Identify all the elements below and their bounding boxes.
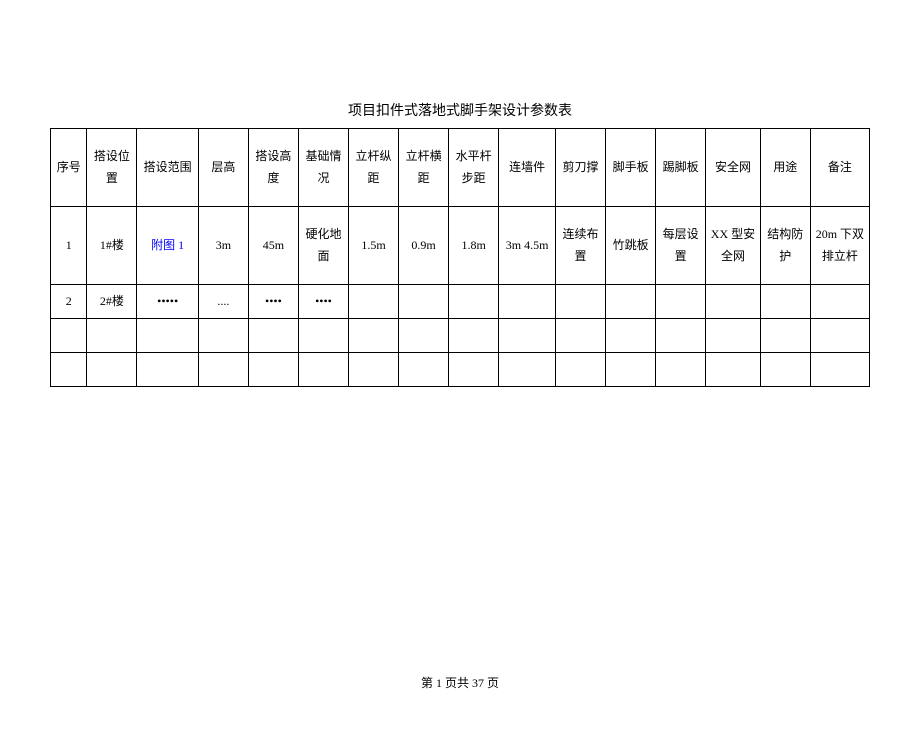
table-cell [499,353,556,387]
table-row [51,353,870,387]
header-cell: 搭设高度 [248,129,298,207]
table-row: 22#楼•••••....•••••••• [51,285,870,319]
table-cell: 2#楼 [87,285,137,319]
header-cell: 层高 [198,129,248,207]
table-cell: 20m 下双排立杆 [810,207,869,285]
table-cell [349,353,399,387]
table-cell [606,285,656,319]
header-cell: 安全网 [706,129,761,207]
header-cell: 用途 [760,129,810,207]
table-cell [499,285,556,319]
table-cell [399,319,449,353]
table-cell [449,319,499,353]
table-cell: 1 [51,207,87,285]
table-cell [399,285,449,319]
table-cell: 每层设置 [656,207,706,285]
table-cell: 1.5m [349,207,399,285]
table-cell: 3m 4.5m [499,207,556,285]
table-cell: 结构防护 [760,207,810,285]
table-cell [760,353,810,387]
table-cell [706,285,761,319]
table-cell [298,319,348,353]
table-cell [656,353,706,387]
table-cell [449,353,499,387]
header-cell: 立杆纵距 [349,129,399,207]
header-cell: 立杆横距 [399,129,449,207]
table-cell [656,319,706,353]
table-cell [706,319,761,353]
header-cell: 水平杆步距 [449,129,499,207]
table-cell [248,319,298,353]
table-cell [760,319,810,353]
header-cell: 脚手板 [606,129,656,207]
table-cell [137,353,198,387]
table-cell [87,353,137,387]
table-cell: 连续布置 [556,207,606,285]
table-cell [606,319,656,353]
page-footer: 第 1 页共 37 页 [0,674,920,691]
table-cell [706,353,761,387]
header-cell: 搭设位置 [87,129,137,207]
table-cell [556,319,606,353]
table-cell [198,319,248,353]
attachment-link[interactable]: 附图 1 [151,238,184,252]
table-cell [810,285,869,319]
table-cell [606,353,656,387]
table-cell [198,353,248,387]
table-cell [449,285,499,319]
table-cell: 3m [198,207,248,285]
table-cell: 1.8m [449,207,499,285]
header-cell: 踢脚板 [656,129,706,207]
table-cell [137,319,198,353]
table-cell: 附图 1 [137,207,198,285]
table-cell [556,285,606,319]
table-cell [51,353,87,387]
header-cell: 备注 [810,129,869,207]
header-cell: 序号 [51,129,87,207]
table-cell: 45m [248,207,298,285]
table-cell: 竹跳板 [606,207,656,285]
table-cell [656,285,706,319]
table-cell [51,319,87,353]
table-cell: 1#楼 [87,207,137,285]
table-cell: 0.9m [399,207,449,285]
table-cell [556,353,606,387]
table-row [51,319,870,353]
table-cell [499,319,556,353]
table-cell [349,285,399,319]
table-cell: 硬化地面 [298,207,348,285]
table-cell [810,353,869,387]
table-cell [248,353,298,387]
header-cell: 连墙件 [499,129,556,207]
table-cell [810,319,869,353]
table-cell: •••• [248,285,298,319]
table-cell [349,319,399,353]
header-cell: 基础情况 [298,129,348,207]
table-cell: •••• [298,285,348,319]
table-cell [298,353,348,387]
table-cell: XX 型安全网 [706,207,761,285]
table-cell [87,319,137,353]
header-row: 序号搭设位置搭设范围层高搭设高度基础情况立杆纵距立杆横距水平杆步距连墙件剪刀撑脚… [51,129,870,207]
table-cell [399,353,449,387]
table-cell: ••••• [137,285,198,319]
table-cell: .... [198,285,248,319]
table-cell [760,285,810,319]
table-row: 11#楼附图 1 3m45m硬化地面1.5m0.9m1.8m3m 4.5m连续布置… [51,207,870,285]
header-cell: 搭设范围 [137,129,198,207]
table-cell: 2 [51,285,87,319]
table-container: 序号搭设位置搭设范围层高搭设高度基础情况立杆纵距立杆横距水平杆步距连墙件剪刀撑脚… [50,128,870,387]
parameters-table: 序号搭设位置搭设范围层高搭设高度基础情况立杆纵距立杆横距水平杆步距连墙件剪刀撑脚… [50,128,870,387]
header-cell: 剪刀撑 [556,129,606,207]
document-title: 项目扣件式落地式脚手架设计参数表 [0,100,920,120]
